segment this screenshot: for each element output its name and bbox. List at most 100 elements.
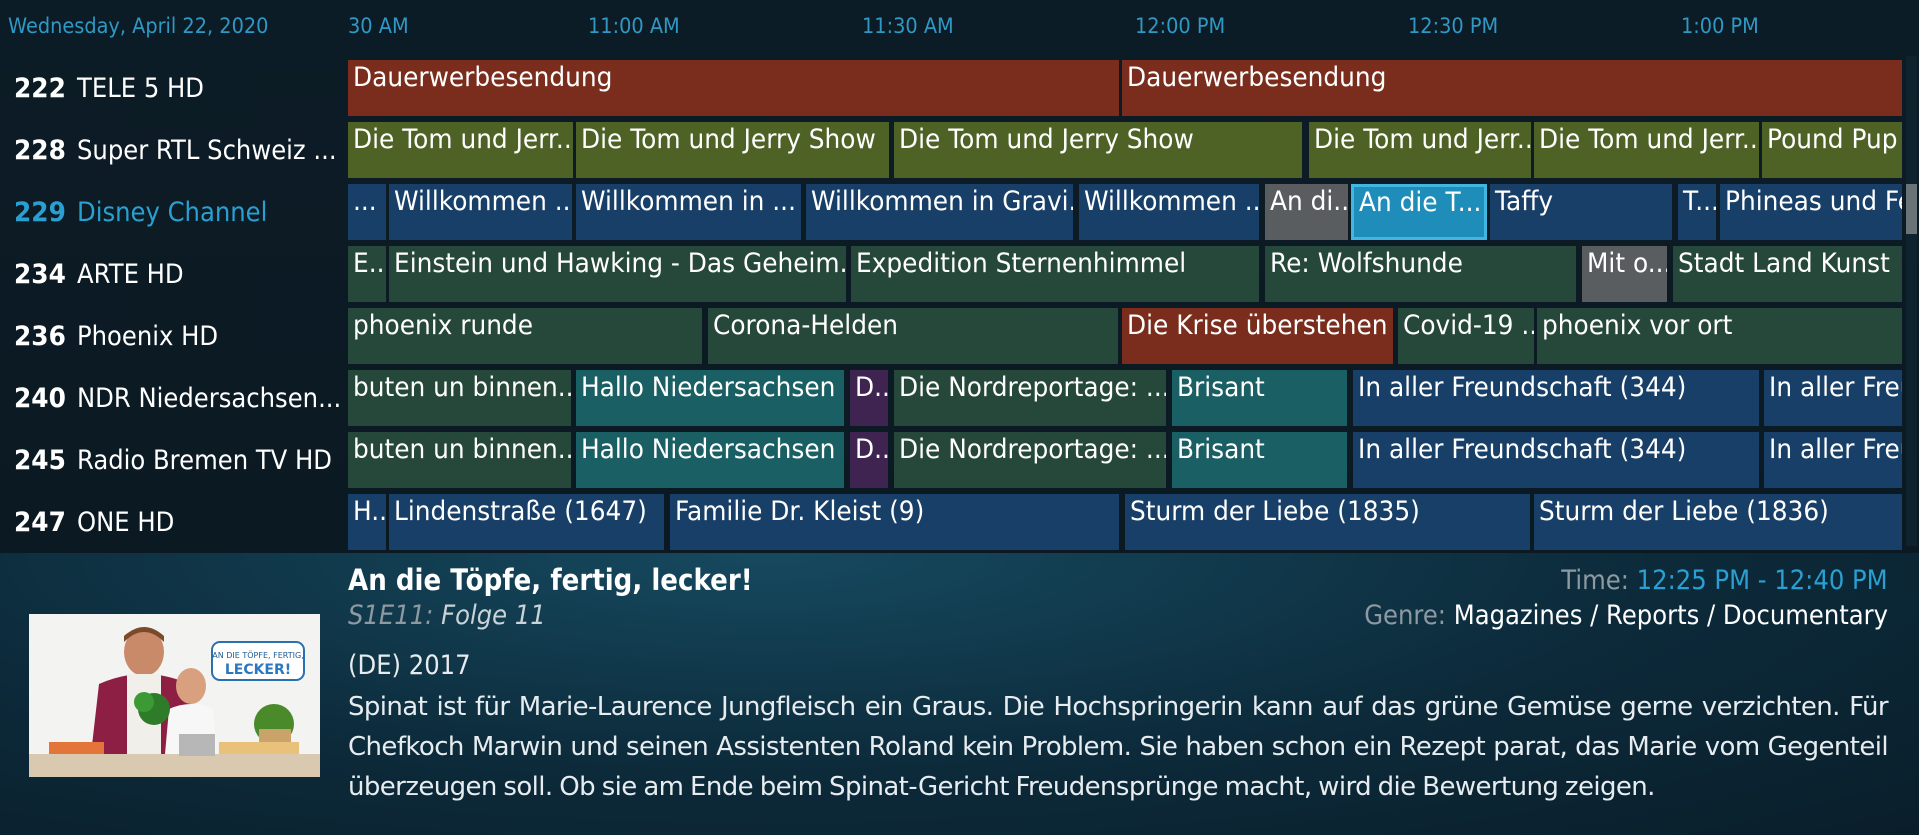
- program-time: Time: 12:25 PM - 12:40 PM: [1562, 565, 1888, 596]
- channel-row[interactable]: 229 Disney Channel: [0, 182, 340, 244]
- program-cell[interactable]: buten un binnen...: [348, 432, 571, 488]
- channel-row[interactable]: 247 ONE HD: [0, 492, 340, 554]
- program-cell[interactable]: Hallo Niedersachsen: [576, 370, 844, 426]
- program-cell[interactable]: Die Krise überstehen: [1122, 308, 1393, 364]
- channel-number: 222: [14, 73, 66, 104]
- timeline-header: 30 AM 11:00 AM 11:30 AM 12:00 PM 12:30 P…: [348, 0, 1902, 60]
- genre-label: Genre:: [1364, 600, 1446, 631]
- time-slot-label: 11:00 AM: [588, 14, 680, 38]
- program-cell-title: Expedition Sternenhimmel: [856, 248, 1187, 279]
- program-cell[interactable]: Willkommen ...: [1079, 184, 1259, 240]
- program-cell[interactable]: Sturm der Liebe (1836): [1534, 494, 1902, 550]
- program-cell[interactable]: Mit o...: [1582, 246, 1667, 302]
- program-cell-title: In aller Freundschaft (344): [1358, 434, 1687, 465]
- program-cell[interactable]: E...: [348, 246, 386, 302]
- program-cell-title: In aller Freundschaft (344): [1358, 372, 1687, 403]
- guide-date: Wednesday, April 22, 2020: [8, 14, 269, 38]
- program-cell[interactable]: ...: [348, 184, 386, 240]
- program-cell[interactable]: Lindenstraße (1647): [389, 494, 664, 550]
- program-cell[interactable]: Stadt Land Kunst: [1673, 246, 1902, 302]
- channel-name: Phoenix HD: [77, 321, 219, 352]
- program-cell[interactable]: Dauerwerbesendung: [348, 60, 1119, 116]
- program-cell[interactable]: In aller Freu: [1764, 432, 1902, 488]
- scrollbar-track[interactable]: [1906, 56, 1917, 546]
- program-cell[interactable]: In aller Freundschaft (344): [1353, 432, 1759, 488]
- program-cell[interactable]: Einstein und Hawking - Das Geheim...: [389, 246, 846, 302]
- program-cell[interactable]: Phineas und Fe: [1720, 184, 1902, 240]
- program-cell[interactable]: An di...: [1265, 184, 1348, 240]
- program-cell-title: Die Tom und Jerry Show: [581, 124, 876, 155]
- program-cell[interactable]: Expedition Sternenhimmel: [851, 246, 1259, 302]
- episode-code: S1E11:: [348, 600, 434, 631]
- channel-row[interactable]: 222 TELE 5 HD: [0, 58, 340, 120]
- program-cell-title: Taffy: [1495, 186, 1554, 217]
- program-cell-title: buten un binnen...: [353, 434, 571, 465]
- program-cell[interactable]: buten un binnen...: [348, 370, 571, 426]
- program-cell-title: phoenix vor ort: [1542, 310, 1733, 341]
- program-cell[interactable]: Die Nordreportage: ...: [894, 370, 1166, 426]
- program-cell-title: ...: [353, 186, 377, 217]
- epg-guide: Wednesday, April 22, 2020 30 AM 11:00 AM…: [0, 0, 1919, 553]
- episode-line: S1E11: Folge 11: [348, 600, 546, 631]
- channel-row[interactable]: 236 Phoenix HD: [0, 306, 340, 368]
- time-slot-label: 12:30 PM: [1408, 14, 1499, 38]
- program-row: buten un binnen... Hallo Niedersachsen D..…: [348, 370, 1902, 426]
- program-cell-title: Dauerwerbesendung: [353, 62, 613, 93]
- program-cell-title: Covid-19 ...: [1403, 310, 1534, 341]
- episode-title: Folge 11: [441, 600, 546, 631]
- program-cell[interactable]: Brisant: [1172, 432, 1347, 488]
- program-cell-title: D...: [855, 372, 888, 403]
- program-cell[interactable]: Die Tom und Jerry Show: [894, 122, 1302, 178]
- program-cell[interactable]: phoenix runde: [348, 308, 702, 364]
- program-cell[interactable]: Covid-19 ...: [1398, 308, 1534, 364]
- program-cell[interactable]: Die Nordreportage: ...: [894, 432, 1166, 488]
- program-cell-title: Lindenstraße (1647): [394, 496, 647, 527]
- program-cell[interactable]: Willkommen ...: [389, 184, 572, 240]
- program-cell[interactable]: Die Tom und Jerr...: [1309, 122, 1531, 178]
- program-cell[interactable]: Hallo Niedersachsen: [576, 432, 844, 488]
- program-cell-title: Willkommen ...: [394, 186, 572, 217]
- program-cell[interactable]: phoenix vor ort: [1537, 308, 1902, 364]
- channel-name: ARTE HD: [77, 259, 184, 290]
- channel-name: TELE 5 HD: [77, 73, 204, 104]
- channel-name: Super RTL Schweiz ...: [77, 135, 337, 166]
- program-cell-title: Die Tom und Jerr...: [1314, 124, 1531, 155]
- program-cell-title: Brisant: [1177, 434, 1265, 465]
- program-cell[interactable]: In aller Freundschaft (344): [1353, 370, 1759, 426]
- program-cell[interactable]: Willkommen in Gravi...: [806, 184, 1073, 240]
- program-cell[interactable]: Dauerwerbesendung: [1122, 60, 1902, 116]
- program-cell[interactable]: Sturm der Liebe (1835): [1125, 494, 1530, 550]
- program-cell[interactable]: Willkommen in ...: [576, 184, 801, 240]
- program-cell[interactable]: Pound Pup: [1762, 122, 1902, 178]
- channel-name: NDR Niedersachsen...: [77, 383, 342, 414]
- scrollbar-thumb[interactable]: [1906, 184, 1917, 234]
- program-cell-title: Familie Dr. Kleist (9): [675, 496, 925, 527]
- program-cell[interactable]: Die Tom und Jerry Show: [576, 122, 889, 178]
- program-cell-focused[interactable]: An die T...: [1351, 184, 1487, 240]
- channel-row[interactable]: 234 ARTE HD: [0, 244, 340, 306]
- program-cell[interactable]: D...: [850, 370, 888, 426]
- program-cell-title: Sturm der Liebe (1835): [1130, 496, 1420, 527]
- program-cell-title: phoenix runde: [353, 310, 533, 341]
- program-cell-title: In aller Freu: [1769, 372, 1902, 403]
- channel-row[interactable]: 240 NDR Niedersachsen...: [0, 368, 342, 430]
- program-cell[interactable]: D...: [850, 432, 888, 488]
- program-cell[interactable]: Die Tom und Jerr...: [348, 122, 573, 178]
- program-cell[interactable]: Familie Dr. Kleist (9): [670, 494, 1119, 550]
- program-cell[interactable]: Corona-Helden: [708, 308, 1118, 364]
- program-cell[interactable]: T...: [1678, 184, 1716, 240]
- channel-row[interactable]: 245 Radio Bremen TV HD: [0, 430, 340, 492]
- time-slot-label: 1:00 PM: [1681, 14, 1759, 38]
- program-cell[interactable]: Re: Wolfshunde: [1265, 246, 1576, 302]
- program-cell[interactable]: In aller Freu: [1764, 370, 1902, 426]
- program-cell-title: Stadt Land Kunst: [1678, 248, 1890, 279]
- program-cell[interactable]: Taffy: [1490, 184, 1672, 240]
- program-row: E... Einstein und Hawking - Das Geheim...…: [348, 246, 1902, 302]
- program-cell[interactable]: H...: [348, 494, 386, 550]
- program-cell-title: An di...: [1270, 186, 1348, 217]
- program-cell[interactable]: Die Tom und Jerr...: [1534, 122, 1759, 178]
- channel-name: ONE HD: [77, 507, 175, 538]
- channel-name: Radio Bremen TV HD: [77, 445, 333, 476]
- program-cell[interactable]: Brisant: [1172, 370, 1347, 426]
- channel-row[interactable]: 228 Super RTL Schweiz ...: [0, 120, 340, 182]
